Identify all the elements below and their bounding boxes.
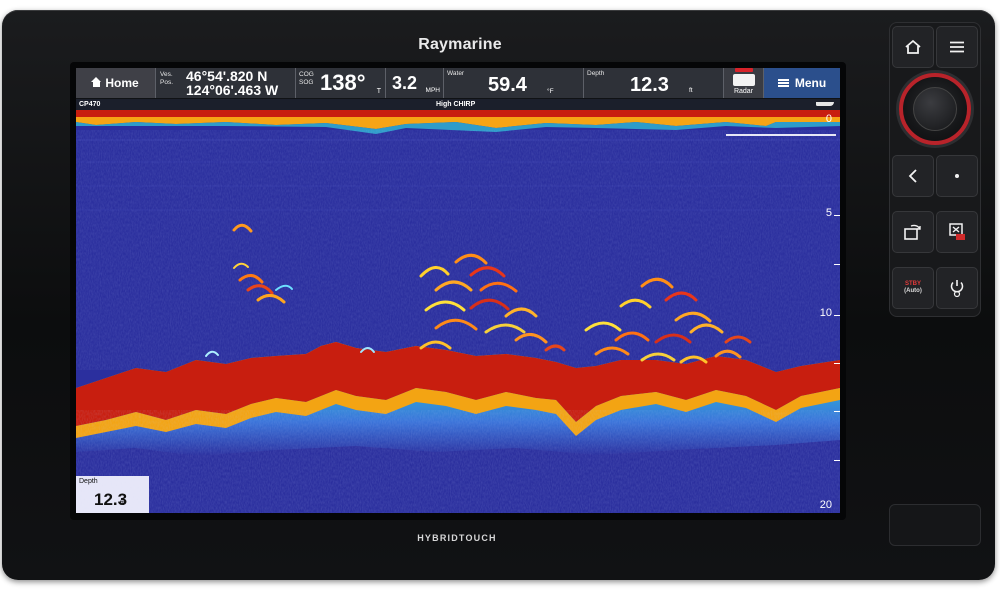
sonar-mode: High CHIRP [436,101,476,108]
depth-overlay-unit: ft [120,500,124,507]
boat-icon [816,102,834,106]
scale-tick [834,411,840,412]
pilot-key-text: STBY (Auto) [904,281,922,295]
home-label: Home [105,76,139,90]
sonar-view[interactable]: 0 5 10 20 Depth 12.3 ft [76,110,840,513]
menu-key[interactable] [936,26,978,68]
scale-tick [834,264,840,265]
sonar-echo-image [76,110,840,513]
cog-cell[interactable]: COG SOG 138° T [296,68,386,98]
dot-icon [955,174,959,178]
menu-button[interactable]: Menu [764,68,840,98]
pilot-key[interactable]: STBY (Auto) [892,267,934,309]
keypad: STBY (Auto) [889,22,981,317]
scale-tick [834,460,840,461]
water-temp-value: 59.4 [488,74,527,96]
sonar-source: CP470 [79,101,101,108]
cog-unit: T [376,88,381,95]
auto-label: (Auto) [904,288,922,294]
depth-overlay[interactable]: Depth 12.3 ft [76,476,149,513]
water-temp-unit: °F [547,88,554,95]
chevron-left-icon [908,169,917,183]
switch-active-key[interactable] [892,211,934,253]
radar-icon [732,68,755,86]
mob-key[interactable] [936,211,978,253]
scale-label-5: 5 [825,207,832,219]
cog-value: 138° [320,70,366,95]
mob-icon [949,223,965,240]
waypoint-key[interactable] [936,155,978,197]
home-key-icon [905,39,921,54]
radar-label: Radar [733,88,754,95]
depth-overlay-label: Depth [79,478,98,485]
scale-label-0: 0 [825,113,832,125]
depth-cell[interactable]: Depth 12.3 ft [584,68,724,98]
depth-label: Depth [587,70,605,77]
cog-label: COG [299,71,314,78]
scale-tick [834,363,840,364]
switch-pane-icon [904,224,921,240]
home-key[interactable] [892,26,934,68]
sog-value: 3.2 [392,73,418,93]
unicontrol-joystick[interactable] [913,87,957,131]
sog-label: SOG [299,79,314,86]
sonar-header: CP470 High CHIRP [76,99,840,110]
stby-label: STBY [904,281,921,287]
power-key[interactable] [936,267,978,309]
sog-unit: MPH [425,87,440,94]
menu-key-icon [950,41,964,53]
longitude-value: 124°06'.463 W [186,82,279,98]
menu-label: Menu [794,76,827,90]
brand-logo: Raymarine [418,36,502,53]
depth-unit: ft [689,87,693,94]
scale-tick [834,315,840,316]
home-button[interactable]: Home [76,68,156,98]
position-label-bottom: Pos. [160,79,174,86]
radar-button[interactable]: Radar [724,68,764,98]
display-screen: Home Ves. Pos. 46°54'.820 N 124°06'.463 … [76,68,840,513]
hybridtouch-label: HYBRIDTOUCH [417,533,497,543]
depth-value: 12.3 [630,74,669,96]
sog-cell[interactable]: 3.2 MPH [386,68,444,98]
databar: Home Ves. Pos. 46°54'.820 N 124°06'.463 … [76,68,840,99]
water-label: Water [447,70,465,77]
scale-label-10: 10 [819,307,832,319]
scale-tick [834,215,840,216]
menu-icon [777,79,789,87]
scale-label-20: 20 [819,499,832,511]
card-slot-door[interactable] [889,504,981,546]
back-key[interactable] [892,155,934,197]
position-label-top: Ves. [160,71,173,78]
water-temp-cell[interactable]: Water 59.4 °F [444,68,584,98]
vessel-position-cell[interactable]: Ves. Pos. 46°54'.820 N 124°06'.463 W [156,68,296,98]
power-icon [950,280,964,298]
home-icon [91,76,102,88]
